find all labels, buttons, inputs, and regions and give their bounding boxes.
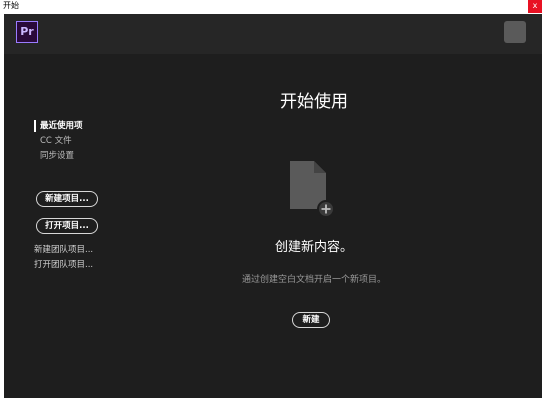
- title-bar: 开始 x: [0, 0, 546, 14]
- new-team-project-link[interactable]: 新建团队项目...: [34, 244, 93, 256]
- page-title: 开始使用: [280, 92, 348, 112]
- create-description: 通过创建空白文档开启一个新项目。: [241, 275, 386, 285]
- new-document-plus-icon: [290, 161, 335, 218]
- start-screen: Pr 最近使用项 CC 文件 同步设置 新建项目... 打开项目... 新建团队…: [4, 14, 542, 398]
- window-title: 开始: [3, 1, 19, 10]
- user-avatar[interactable]: [504, 21, 526, 43]
- open-project-button[interactable]: 打开项目...: [36, 218, 98, 234]
- new-project-button[interactable]: 新建项目...: [36, 191, 98, 207]
- close-button[interactable]: x: [528, 0, 542, 13]
- sidebar: 最近使用项 CC 文件 同步设置 新建项目... 打开项目... 新建团队项目.…: [34, 14, 134, 398]
- open-team-project-link[interactable]: 打开团队项目...: [34, 259, 93, 271]
- nav-sync-settings[interactable]: 同步设置: [34, 150, 74, 162]
- nav-cc-files[interactable]: CC 文件: [34, 135, 72, 147]
- nav-recent[interactable]: 最近使用项: [34, 120, 83, 132]
- create-heading: 创建新内容。: [274, 240, 353, 255]
- new-button[interactable]: 新建: [292, 312, 330, 328]
